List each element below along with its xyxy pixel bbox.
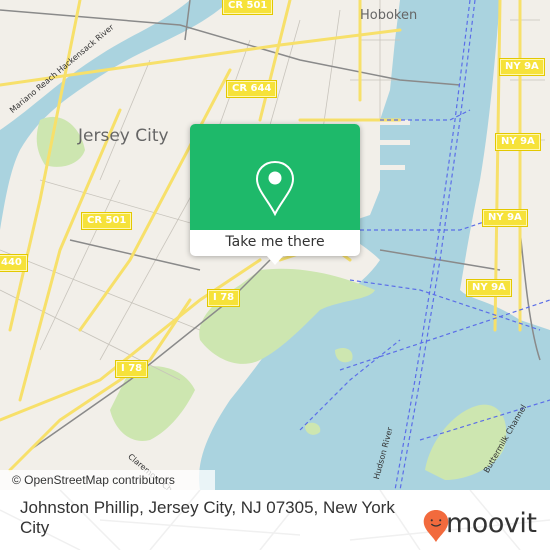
map-attribution[interactable]: © OpenStreetMap contributors — [0, 470, 215, 490]
road-shield-i78: I 78 — [116, 361, 148, 377]
road-shield-440: 440 — [0, 255, 27, 271]
road-shield-ny9a: NY 9A — [500, 59, 544, 75]
popup-tail — [266, 255, 284, 265]
road-shield-cr501: CR 501 — [82, 213, 132, 229]
road-shield-i78: I 78 — [208, 290, 240, 306]
take-me-there-button[interactable]: Take me there — [190, 230, 360, 256]
popup-header — [190, 124, 360, 230]
road-shield-ny9a: NY 9A — [467, 280, 511, 296]
map-pin-icon — [255, 160, 295, 217]
road-shield-cr501: CR 501 — [223, 0, 273, 14]
moovit-brand[interactable]: moovit — [446, 508, 537, 539]
road-shield-ny9a: NY 9A — [483, 210, 527, 226]
location-popup: Take me there — [190, 124, 360, 265]
address-text: Johnston Phillip, Jersey City, NJ 07305,… — [20, 498, 395, 537]
road-shield-ny9a: NY 9A — [496, 134, 540, 150]
place-label-jersey-city: Jersey City — [78, 126, 169, 146]
road-shield-cr644: CR 644 — [227, 81, 277, 97]
place-label-hoboken: Hoboken — [360, 8, 418, 23]
